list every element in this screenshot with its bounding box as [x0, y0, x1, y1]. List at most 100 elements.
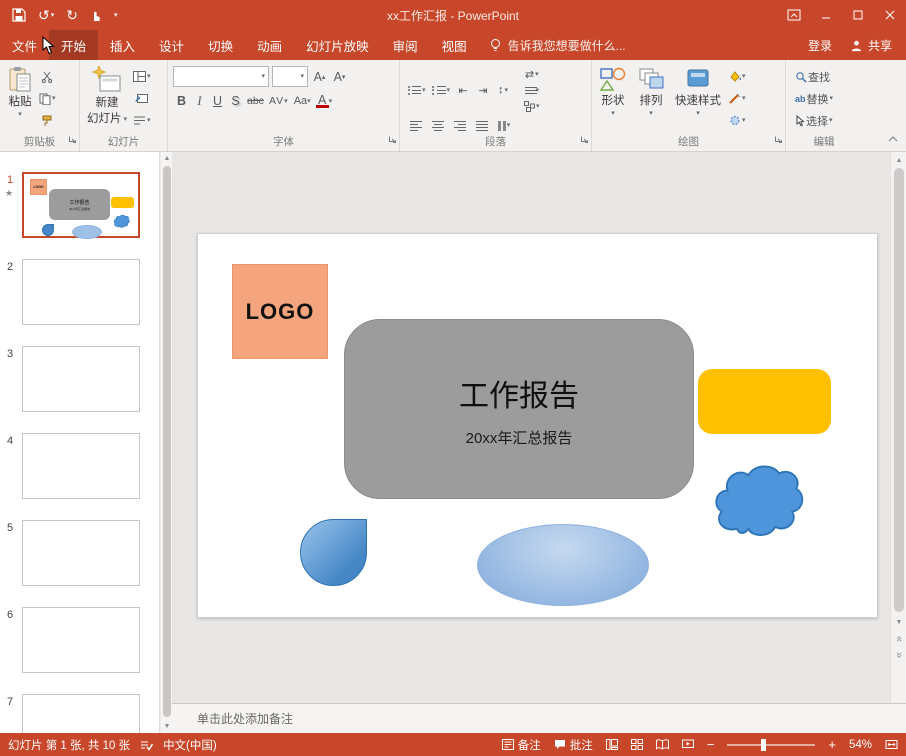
slide-thumbnail-7[interactable]: 7 — [0, 694, 160, 733]
cloud-shape[interactable] — [710, 460, 806, 544]
scroll-down-arrow[interactable]: ▼ — [891, 615, 906, 629]
zoom-level[interactable]: 54% — [849, 739, 872, 751]
font-color-button[interactable]: A ▾ — [314, 91, 335, 111]
slide-editing-area[interactable]: LOGO 工作报告 20xx年汇总报告 — [172, 152, 890, 703]
reset-slide-button[interactable] — [131, 89, 153, 108]
scroll-up-arrow[interactable]: ▲ — [891, 153, 906, 167]
thumbnail-preview[interactable] — [22, 520, 140, 586]
grow-font-button[interactable]: A▴ — [311, 67, 328, 87]
zoom-in-button[interactable]: + — [828, 737, 836, 752]
slide-thumbnail-3[interactable]: 3 — [0, 346, 160, 416]
section-button[interactable]: ▾ — [131, 111, 153, 130]
redo-button[interactable]: ↻ — [66, 8, 78, 22]
slide-thumbnail-4[interactable]: 4 — [0, 433, 160, 503]
paste-button[interactable]: 粘贴 ▾ — [3, 63, 37, 119]
title-shape[interactable]: 工作报告 20xx年汇总报告 — [344, 319, 694, 499]
change-case-button[interactable]: Aa▾ — [292, 91, 313, 111]
zoom-out-button[interactable]: − — [707, 737, 715, 752]
arrange-button[interactable]: 排列 ▾ — [633, 63, 669, 118]
fit-to-window-button[interactable] — [885, 739, 898, 750]
thumbnail-preview[interactable]: LOGO 工作报告 20xx年汇总报告 — [22, 172, 140, 238]
thumbnail-preview[interactable] — [22, 694, 140, 733]
shape-outline-button[interactable]: ▾ — [727, 89, 748, 108]
slideshow-view-button[interactable] — [682, 739, 694, 750]
shape-effects-button[interactable]: ▾ — [727, 111, 748, 130]
quick-styles-button[interactable]: 快速样式 ▾ — [671, 63, 725, 118]
sign-in-button[interactable]: 登录 — [808, 37, 832, 54]
tab-view[interactable]: 视图 — [430, 30, 479, 60]
character-spacing-button[interactable]: AV▾ — [267, 91, 291, 111]
increase-indent-button[interactable]: ⇥ — [474, 81, 492, 100]
italic-button[interactable]: I — [191, 91, 208, 111]
save-button[interactable] — [12, 8, 26, 22]
shrink-font-button[interactable]: A▾ — [331, 67, 348, 87]
next-slide-button[interactable]: » — [891, 647, 906, 662]
slide-thumbnail-1[interactable]: 1 ★ LOGO 工作报告 20xx年汇总报告 — [0, 172, 160, 242]
font-size-combobox[interactable]: ▾ — [272, 66, 308, 87]
replace-button[interactable]: ab 替换 ▾ — [793, 89, 859, 108]
columns-button[interactable]: ▾ — [495, 116, 513, 135]
select-button[interactable]: 选择 ▾ — [793, 111, 859, 130]
minimize-button[interactable] — [810, 0, 842, 30]
find-button[interactable]: 查找 — [793, 67, 859, 86]
bold-button[interactable]: B — [173, 91, 190, 111]
language-button[interactable]: 中文(中国) — [163, 737, 217, 753]
slide-thumbnail-6[interactable]: 6 — [0, 607, 160, 677]
slide-sorter-view-button[interactable] — [631, 739, 643, 750]
align-right-button[interactable] — [451, 116, 469, 135]
cut-button[interactable] — [37, 67, 58, 86]
thumbnail-scrollbar[interactable]: ▲ ▼ — [160, 152, 172, 733]
maximize-button[interactable] — [842, 0, 874, 30]
font-name-combobox[interactable]: ▾ — [173, 66, 269, 87]
scrollbar-thumb[interactable] — [894, 168, 904, 612]
gold-rounded-rectangle-shape[interactable] — [698, 369, 831, 434]
undo-button[interactable]: ↺▾ — [38, 8, 54, 22]
thumbnail-preview[interactable] — [22, 433, 140, 499]
tell-me-box[interactable]: 告诉我您想要做什么... — [489, 30, 626, 60]
convert-to-smartart-button[interactable]: ▾ — [522, 99, 542, 113]
logo-shape[interactable]: LOGO — [232, 264, 328, 359]
teardrop-shape[interactable] — [300, 519, 367, 586]
bullets-button[interactable]: ▾ — [405, 81, 428, 100]
zoom-slider-thumb[interactable] — [761, 739, 766, 751]
tab-animations[interactable]: 动画 — [245, 30, 294, 60]
tab-transitions[interactable]: 切换 — [196, 30, 245, 60]
slide-canvas[interactable]: LOGO 工作报告 20xx年汇总报告 — [197, 233, 878, 618]
align-left-button[interactable] — [407, 116, 425, 135]
slide-layout-button[interactable]: ▾ — [131, 67, 153, 86]
format-painter-button[interactable] — [37, 111, 58, 130]
text-direction-button[interactable]: ⇄▾ — [522, 67, 542, 81]
tab-design[interactable]: 设计 — [147, 30, 196, 60]
thumbnail-preview[interactable] — [22, 607, 140, 673]
vertical-scrollbar[interactable]: ▲ ▼ « » — [890, 152, 906, 703]
normal-view-button[interactable] — [606, 739, 618, 750]
thumbnail-preview[interactable] — [22, 259, 140, 325]
tab-home[interactable]: 开始 — [49, 30, 98, 60]
align-text-button[interactable]: ▾ — [522, 83, 542, 97]
touch-mode-button[interactable] — [90, 9, 101, 22]
align-center-button[interactable] — [429, 116, 447, 135]
copy-button[interactable]: ▾ — [37, 89, 58, 108]
shape-fill-button[interactable]: ▾ — [727, 67, 748, 86]
tab-insert[interactable]: 插入 — [98, 30, 147, 60]
slide-counter[interactable]: 幻灯片 第 1 张, 共 10 张 — [8, 737, 130, 753]
comments-toggle-button[interactable]: 批注 — [554, 737, 593, 753]
notes-pane[interactable]: 单击此处添加备注 — [172, 703, 906, 733]
spell-check-button[interactable] — [140, 739, 153, 751]
underline-button[interactable]: U — [209, 91, 226, 111]
tab-review[interactable]: 审阅 — [381, 30, 430, 60]
justify-button[interactable] — [473, 116, 491, 135]
collapse-ribbon-button[interactable] — [888, 129, 898, 147]
share-button[interactable]: 共享 — [850, 37, 892, 54]
previous-slide-button[interactable]: « — [891, 631, 906, 646]
zoom-slider[interactable] — [727, 744, 815, 746]
new-slide-button[interactable]: 新建 幻灯片▾ — [83, 63, 131, 128]
slide-thumbnail-2[interactable]: 2 — [0, 259, 160, 329]
numbering-button[interactable]: ▾ — [430, 81, 453, 100]
customize-qat-button[interactable]: ▾ — [113, 12, 118, 19]
shapes-button[interactable]: 形状 ▾ — [595, 63, 631, 118]
notes-toggle-button[interactable]: 备注 — [502, 737, 541, 753]
line-spacing-button[interactable]: ↕▾ — [494, 81, 512, 100]
tab-slideshow[interactable]: 幻灯片放映 — [294, 30, 381, 60]
text-shadow-button[interactable]: S — [227, 91, 244, 111]
